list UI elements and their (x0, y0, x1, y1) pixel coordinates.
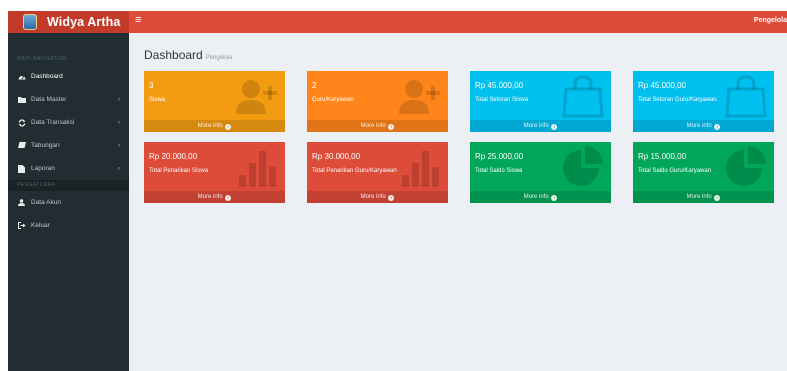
stat-value: Rp 45.000,00 (638, 81, 687, 90)
book-icon (17, 142, 26, 149)
page-subtitle: Pengelola (205, 55, 233, 61)
stat-box-siswa: 3 Siswa More info › (144, 71, 285, 132)
sidebar-item-dashboard[interactable]: Dashboard (8, 65, 129, 88)
sidebar-item-label: Data Transaksi (31, 119, 75, 126)
bar-chart-icon (398, 145, 442, 189)
pie-chart-icon (724, 145, 768, 189)
chevron-left-icon: ‹ (118, 165, 120, 172)
user-plus-icon (235, 74, 279, 118)
stat-value: 3 (149, 81, 154, 90)
sidebar-section-main: MAIN NAVIGATION (17, 56, 67, 62)
sign-out-icon (17, 222, 26, 229)
arrow-circle-right-icon: › (551, 124, 558, 130)
more-info-link[interactable]: More info › (633, 120, 774, 132)
sidebar-item-label: Data Akun (31, 199, 61, 206)
sidebar-item-keluar[interactable]: Keluar (8, 214, 129, 237)
brand-logo[interactable]: Widya Artha (8, 11, 129, 33)
emblem-icon (23, 14, 37, 30)
stat-value: Rp 25.000,00 (475, 152, 524, 161)
sidebar-section-settings: PENGATURAN (8, 180, 129, 191)
sidebar-item-label: Tabungan (31, 142, 60, 149)
stat-box-setoran-siswa: Rp 45.000,00 Total Setoran Siswa More in… (470, 71, 611, 132)
sidebar-item-tabungan[interactable]: Tabungan ‹ (8, 134, 129, 157)
stat-box-penarikan-siswa: Rp 20.000,00 Total Penarikan Siswa More … (144, 142, 285, 203)
user-plus-icon (398, 74, 442, 118)
arrow-circle-right-icon: › (551, 195, 558, 201)
pie-chart-icon (561, 145, 605, 189)
stat-label: Total Saldo Guru/Karyawan (638, 168, 712, 174)
stat-value: 2 (312, 81, 317, 90)
stat-label: Siswa (149, 97, 166, 103)
stat-label: Total Setoran Guru/Karyawan (638, 97, 717, 103)
user-icon (17, 199, 26, 206)
stat-value: Rp 20.000,00 (149, 152, 198, 161)
hamburger-menu-icon[interactable]: ≡ (135, 14, 141, 26)
stat-box-setoran-guru-karyawan: Rp 45.000,00 Total Setoran Guru/Karyawan… (633, 71, 774, 132)
sidebar-item-data-transaksi[interactable]: Data Transaksi ‹ (8, 111, 129, 134)
main-content: Dashboard Pengelola 3 Siswa More info › 2… (129, 33, 787, 371)
bar-chart-icon (235, 145, 279, 189)
sidebar-item-label: Laporan (31, 165, 55, 172)
stat-box-guru-karyawan: 2 Guru/Karyawan More info › (307, 71, 448, 132)
dashboard-icon (17, 73, 26, 80)
stat-value: Rp 45.000,00 (475, 81, 524, 90)
shopping-bag-icon (561, 74, 605, 118)
stat-label: Total Penarikan Siswa (149, 168, 209, 174)
arrow-circle-right-icon: › (388, 195, 395, 201)
arrow-circle-right-icon: › (714, 195, 721, 201)
sidebar-item-data-master[interactable]: Data Master ‹ (8, 88, 129, 111)
sidebar-item-data-akun[interactable]: Data Akun (8, 191, 129, 214)
sidebar-item-label: Dashboard (31, 73, 63, 80)
stat-value: Rp 15.000,00 (638, 152, 687, 161)
top-navbar: ≡ Pengelola (129, 11, 787, 33)
sidebar-item-label: Keluar (31, 222, 50, 229)
chevron-left-icon: ‹ (118, 142, 120, 149)
more-info-link[interactable]: More info › (470, 120, 611, 132)
arrow-circle-right-icon: › (225, 124, 232, 130)
stat-label: Total Setoran Siswa (475, 97, 529, 103)
stat-label: Guru/Karyawan (312, 97, 354, 103)
stat-label: Total Saldo Siswa (475, 168, 523, 174)
app-window: Widya Artha ≡ Pengelola MAIN NAVIGATION … (8, 11, 787, 371)
stat-box-saldo-siswa: Rp 25.000,00 Total Saldo Siswa More info… (470, 142, 611, 203)
more-info-link[interactable]: More info › (307, 191, 448, 203)
stat-label: Total Penarikan Guru/Karyawan (312, 168, 397, 174)
refresh-icon (17, 118, 26, 127)
arrow-circle-right-icon: › (388, 124, 395, 130)
stat-value: Rp 30.000,00 (312, 152, 361, 161)
page-title: Dashboard Pengelola (144, 48, 232, 62)
stat-box-penarikan-guru-karyawan: Rp 30.000,00 Total Penarikan Guru/Karyaw… (307, 142, 448, 203)
file-icon (17, 164, 26, 173)
chevron-left-icon: ‹ (118, 96, 120, 103)
more-info-link[interactable]: More info › (470, 191, 611, 203)
page-title-text: Dashboard (144, 48, 203, 62)
sidebar-item-label: Data Master (31, 96, 67, 103)
sidebar: MAIN NAVIGATION Dashboard Data Master ‹ … (8, 33, 129, 371)
brand-name: Widya Artha (47, 15, 121, 29)
more-info-link[interactable]: More info › (144, 191, 285, 203)
more-info-link[interactable]: More info › (633, 191, 774, 203)
chevron-left-icon: ‹ (118, 119, 120, 126)
more-info-link[interactable]: More info › (144, 120, 285, 132)
more-info-link[interactable]: More info › (307, 120, 448, 132)
shopping-bag-icon (724, 74, 768, 118)
arrow-circle-right-icon: › (225, 195, 232, 201)
arrow-circle-right-icon: › (714, 124, 721, 130)
stat-box-saldo-guru-karyawan: Rp 15.000,00 Total Saldo Guru/Karyawan M… (633, 142, 774, 203)
sidebar-item-laporan[interactable]: Laporan ‹ (8, 157, 129, 180)
user-menu[interactable]: Pengelola (754, 17, 787, 24)
folder-icon (17, 96, 26, 103)
